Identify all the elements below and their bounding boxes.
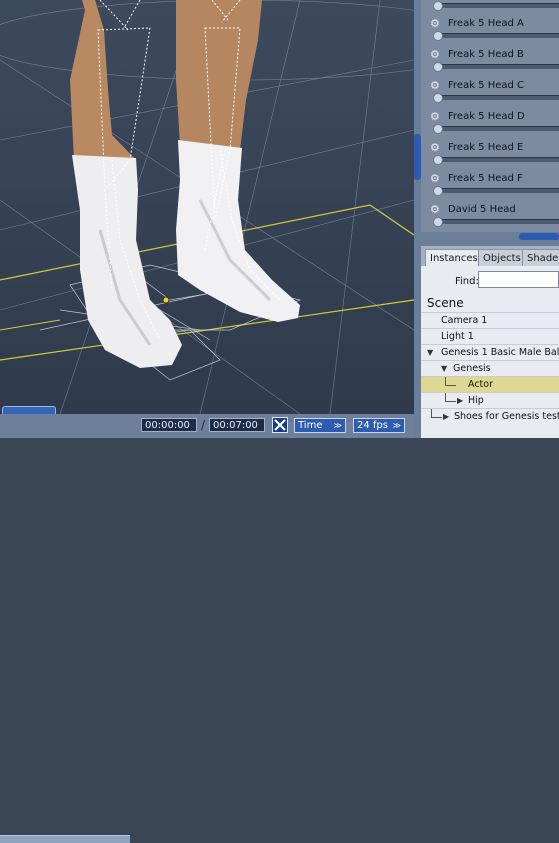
gear-icon[interactable]: ⚙ <box>430 111 441 122</box>
find-label: Find: <box>455 276 479 287</box>
total-time-field[interactable]: 00:07:00 <box>209 418 265 432</box>
tree-item-light[interactable]: Light 1 <box>421 328 559 344</box>
tree-item-label: Genesis <box>453 363 491 374</box>
time-mode-select[interactable]: Time ≫ <box>294 418 346 433</box>
param-freak-5-head-a[interactable]: ⚙ Freak 5 Head A <box>425 6 559 41</box>
tree-item-hip[interactable]: ▶ Hip <box>421 392 559 408</box>
tab-instances[interactable]: Instances <box>425 249 483 266</box>
tree-branch-line <box>445 393 456 402</box>
scene-tabs: Instances Objects Shaders <box>421 246 559 266</box>
tree-branch-line <box>445 377 456 386</box>
tab-shaders[interactable]: Shaders <box>522 249 559 266</box>
tree-item-actor[interactable]: Actor <box>421 376 559 392</box>
param-slider-track[interactable] <box>435 219 559 224</box>
panel-divider-grip[interactable] <box>519 233 559 240</box>
gear-icon[interactable]: ⚙ <box>430 204 441 215</box>
splitter-grip[interactable] <box>414 134 421 180</box>
gear-icon[interactable]: ⚙ <box>430 18 441 29</box>
param-david-5-head[interactable]: ⚙ David 5 Head <box>425 192 559 227</box>
scene-title: Scene <box>427 296 464 310</box>
tree-item-label: Shoes for Genesis test <box>454 411 559 422</box>
tree-item-label: Actor <box>468 379 493 390</box>
time-scrubber[interactable] <box>0 835 130 843</box>
param-freak-5-head-b[interactable]: ⚙ Freak 5 Head B <box>425 37 559 72</box>
parameters-panel: ⚙ Freak 5 Head A ⚙ Freak 5 Head B ⚙ Frea… <box>421 0 559 232</box>
panel-splitter[interactable] <box>414 0 421 438</box>
viewport-scene <box>0 0 414 414</box>
keyframe-toggle[interactable] <box>272 417 288 433</box>
gear-icon[interactable]: ⚙ <box>430 49 441 60</box>
param-slider-knob[interactable] <box>433 217 443 227</box>
find-input[interactable] <box>478 271 559 288</box>
tree-item-label: Light 1 <box>441 331 474 342</box>
param-label: Freak 5 Head A <box>448 18 524 29</box>
param-label: Freak 5 Head E <box>448 142 524 153</box>
time-mode-value: Time <box>298 420 323 431</box>
3d-viewport[interactable] <box>0 0 414 414</box>
tree-item-genesis-figure[interactable]: ▼ Genesis 1 Basic Male Bald <box>421 344 559 360</box>
collapsed-triangle-icon[interactable]: ▶ <box>457 393 463 409</box>
collapsed-triangle-icon[interactable]: ▶ <box>443 409 449 425</box>
param-freak-5-head-c[interactable]: ⚙ Freak 5 Head C <box>425 68 559 103</box>
expand-triangle-icon[interactable]: ▼ <box>427 345 433 361</box>
fps-select[interactable]: 24 fps ≫ <box>353 418 405 433</box>
param-label: Freak 5 Head C <box>448 80 525 91</box>
tree-item-label: Genesis 1 Basic Male Bald <box>441 347 559 358</box>
timeline-bar: 00:00:00 / 00:07:00 Time ≫ 24 fps ≫ <box>0 414 414 843</box>
fps-value: 24 fps <box>357 420 388 431</box>
param-label: David 5 Head <box>448 204 516 215</box>
param-freak-5-head-d[interactable]: ⚙ Freak 5 Head D <box>425 99 559 134</box>
param-label: Freak 5 Head F <box>448 173 523 184</box>
tab-objects[interactable]: Objects <box>478 249 526 266</box>
param-label: Freak 5 Head B <box>448 49 524 60</box>
param-freak-5-head-f[interactable]: ⚙ Freak 5 Head F <box>425 161 559 196</box>
tree-item-label: Camera 1 <box>441 315 488 326</box>
expand-triangle-icon[interactable]: ▼ <box>441 361 447 377</box>
tree-branch-line <box>431 409 442 418</box>
gear-icon[interactable]: ⚙ <box>430 80 441 91</box>
tree-item-genesis[interactable]: ▼ Genesis <box>421 360 559 376</box>
chevron-down-icon: ≫ <box>333 421 342 430</box>
tree-item-label: Hip <box>468 395 484 406</box>
tree-item-camera[interactable]: Camera 1 <box>421 312 559 328</box>
x-icon <box>274 419 286 431</box>
tree-item-shoes[interactable]: ▶ Shoes for Genesis test <box>421 408 559 424</box>
chevron-down-icon: ≫ <box>392 421 401 430</box>
scene-panel: Instances Objects Shaders Find: Scene Ca… <box>421 246 559 438</box>
param-label: Freak 5 Head D <box>448 111 525 122</box>
current-time-field[interactable]: 00:00:00 <box>141 418 197 432</box>
gear-icon[interactable]: ⚙ <box>430 173 441 184</box>
time-separator: / <box>201 418 206 432</box>
param-freak-5-head-e[interactable]: ⚙ Freak 5 Head E <box>425 130 559 165</box>
gear-icon[interactable]: ⚙ <box>430 142 441 153</box>
